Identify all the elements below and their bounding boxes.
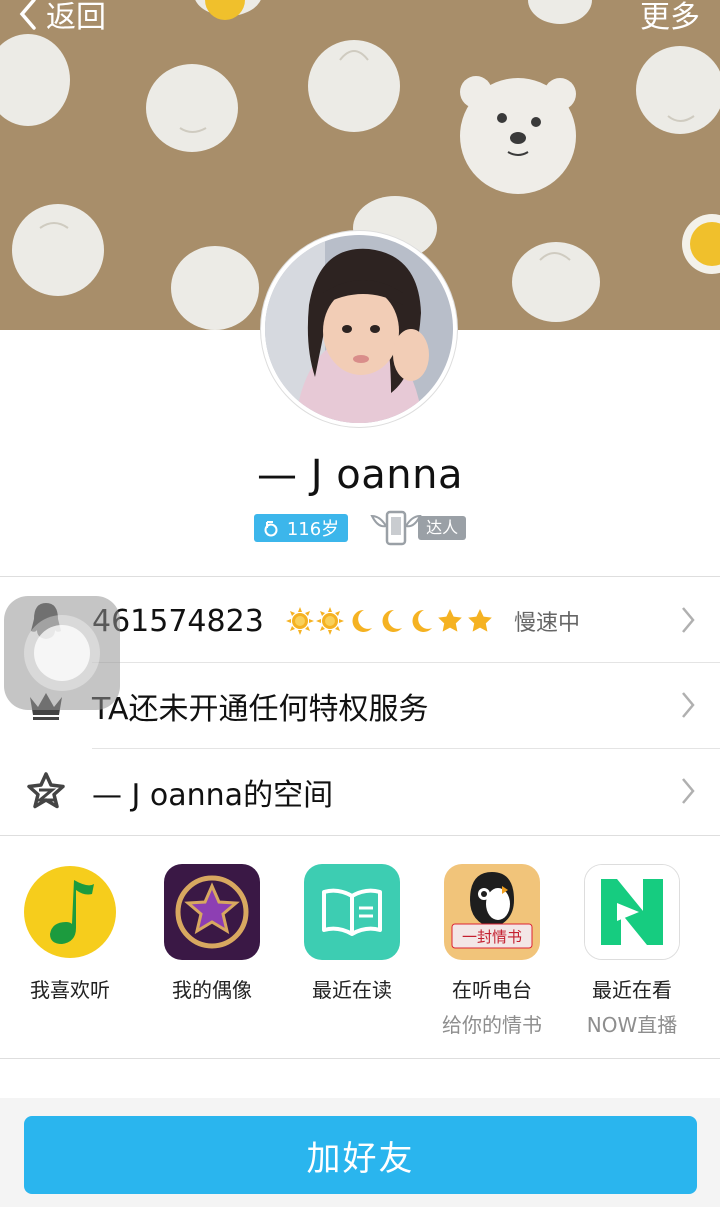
level-icons	[285, 607, 494, 635]
add-friend-button[interactable]: 加好友	[24, 1116, 697, 1194]
avatar[interactable]	[260, 230, 458, 428]
avatar-photo	[265, 235, 453, 423]
idol-icon	[164, 864, 260, 960]
qzone-row[interactable]: — J oanna的空间	[0, 749, 720, 835]
more-label: 更多	[640, 0, 700, 35]
chevron-right-icon	[682, 778, 695, 804]
star-icon	[467, 609, 492, 632]
app-subtitle: NOW直播	[586, 1013, 678, 1037]
badges-row: 116岁 达人	[0, 508, 720, 548]
divider	[0, 835, 720, 836]
daren-label: 达人	[418, 516, 467, 540]
more-button[interactable]: 更多	[640, 0, 700, 36]
now-live-icon	[584, 864, 680, 960]
radio-banner-text: 一封情书	[462, 928, 522, 946]
top-bar: 返回 更多	[0, 0, 720, 40]
moon-icon	[382, 609, 402, 632]
moon-icon	[412, 609, 432, 632]
qzone-star-icon	[27, 772, 65, 809]
app-title: 我的偶像	[172, 978, 252, 1002]
privilege-text: TA还未开通任何特权服务	[92, 692, 429, 727]
app-title: 我喜欢听	[30, 978, 110, 1002]
divider	[0, 576, 720, 577]
assistive-touch-button[interactable]	[4, 596, 120, 710]
app-reading[interactable]: 最近在读	[282, 864, 422, 1003]
app-radio[interactable]: 一封情书 在听电台 给你的情书	[422, 864, 562, 1038]
qzone-text: — J oanna的空间	[92, 778, 334, 813]
book-icon	[304, 864, 400, 960]
moon-icon	[352, 609, 372, 632]
back-button[interactable]: 返回	[18, 0, 106, 36]
bear-illustration	[460, 76, 576, 194]
app-music[interactable]: 我喜欢听	[0, 864, 140, 1003]
sun-icon	[315, 607, 344, 635]
app-title: 最近在读	[312, 978, 392, 1002]
male-gender-icon	[264, 521, 278, 537]
chevron-right-icon	[682, 692, 695, 718]
winged-phone-icon	[370, 510, 422, 546]
app-subtitle: 给你的情书	[442, 1013, 542, 1037]
age-text: 116岁	[286, 519, 340, 540]
chevron-right-icon	[682, 607, 695, 633]
app-idol[interactable]: 我的偶像	[142, 864, 282, 1003]
divider	[0, 1058, 720, 1059]
star-icon	[437, 609, 462, 632]
gender-age-badge: 116岁	[253, 514, 349, 542]
profile-name: — J oanna	[257, 452, 463, 498]
speed-status: 慢速中	[514, 611, 581, 636]
app-title: 在听电台	[452, 978, 532, 1002]
chevron-left-icon	[19, 0, 36, 30]
qq-music-icon	[22, 864, 118, 960]
penguin-radio-icon: 一封情书	[444, 864, 540, 960]
back-label: 返回	[46, 0, 106, 35]
apps-section: 我喜欢听 我的偶像 最近在读 一封情书 在听电台 给你的情书 最近在看 NOW直…	[0, 864, 720, 1037]
app-title: 最近在看	[592, 978, 672, 1002]
app-watching[interactable]: 最近在看 NOW直播	[562, 864, 702, 1038]
daren-badge[interactable]: 达人	[370, 508, 467, 548]
sun-icon	[285, 607, 314, 635]
